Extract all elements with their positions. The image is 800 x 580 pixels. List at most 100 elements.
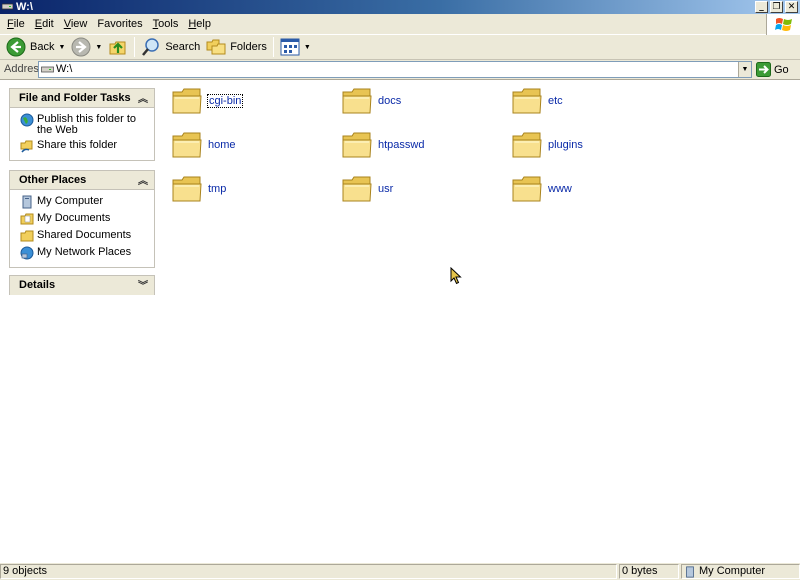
back-label: Back xyxy=(30,41,55,53)
menu-view[interactable]: View xyxy=(59,18,93,30)
folder-icon xyxy=(342,132,372,158)
folder-name: home xyxy=(208,139,236,151)
folder-icon xyxy=(172,132,202,158)
network-icon xyxy=(20,246,34,260)
folders-label: Folders xyxy=(230,41,267,53)
my-documents-link[interactable]: My Documents xyxy=(20,212,150,226)
folder-name: cgi-bin xyxy=(207,94,244,108)
folder-name: etc xyxy=(548,95,563,107)
minimize-button[interactable]: _ xyxy=(755,1,768,13)
status-objects: 9 objects xyxy=(0,564,617,579)
toolbar: Back ▼ ▼ Search Folders ▼ xyxy=(0,35,800,60)
back-dropdown-icon[interactable]: ▼ xyxy=(58,44,65,51)
address-input[interactable]: W:\ ▼ xyxy=(38,61,752,78)
panel-title: File and Folder Tasks xyxy=(19,92,131,104)
search-button[interactable]: Search xyxy=(138,36,203,58)
menu-edit[interactable]: Edit xyxy=(30,18,59,30)
folder-name: usr xyxy=(378,183,394,195)
folder-name: tmp xyxy=(208,183,227,195)
views-dropdown-icon[interactable]: ▼ xyxy=(304,44,311,51)
folder-item[interactable]: home xyxy=(170,127,320,163)
publish-folder-link[interactable]: Publish this folder to the Web xyxy=(20,113,150,136)
menu-tools[interactable]: Tools xyxy=(148,18,184,30)
globe-icon xyxy=(20,113,34,127)
folder-name: plugins xyxy=(548,139,583,151)
details-panel: Details ︾ xyxy=(9,275,155,295)
status-location: My Computer xyxy=(681,564,800,579)
back-button[interactable]: Back ▼ xyxy=(3,36,68,58)
share-folder-icon xyxy=(20,140,33,153)
search-icon xyxy=(142,38,160,56)
folder-icon xyxy=(512,88,542,114)
shared-documents-link[interactable]: Shared Documents xyxy=(20,229,150,243)
windows-logo-icon xyxy=(766,14,800,35)
window-title: W:\ xyxy=(16,1,33,13)
collapse-chevron-icon[interactable]: ︽ xyxy=(138,90,148,105)
go-label: Go xyxy=(774,63,789,76)
drive-icon xyxy=(41,66,54,73)
folder-item[interactable]: tmp xyxy=(170,171,320,207)
content-area: File and Folder Tasks ︽ Publish this fol… xyxy=(0,81,800,562)
folder-icon xyxy=(512,176,542,202)
views-icon xyxy=(280,38,300,56)
forward-arrow-icon xyxy=(71,37,91,57)
toolbar-separator xyxy=(272,37,274,57)
forward-button[interactable]: ▼ xyxy=(68,36,105,58)
drive-icon xyxy=(2,3,13,10)
shared-folder-icon xyxy=(20,230,34,242)
computer-icon xyxy=(22,195,32,209)
folders-icon xyxy=(206,39,226,55)
status-size: 0 bytes xyxy=(619,564,679,579)
other-places-panel: Other Places ︽ My Computer My Documents xyxy=(9,170,155,268)
folder-item[interactable]: etc xyxy=(510,83,660,119)
folder-item[interactable]: usr xyxy=(340,171,490,207)
menu-file[interactable]: File xyxy=(2,18,30,30)
menu-bar: File Edit View Favorites Tools Help xyxy=(0,14,800,35)
up-folder-icon xyxy=(109,41,126,55)
panel-title: Details xyxy=(19,279,56,291)
file-folder-tasks-panel: File and Folder Tasks ︽ Publish this fol… xyxy=(9,88,155,161)
folder-icon xyxy=(342,88,372,114)
forward-dropdown-icon[interactable]: ▼ xyxy=(95,44,102,51)
folder-name: htpasswd xyxy=(378,139,425,151)
views-button[interactable]: ▼ xyxy=(277,36,314,58)
folders-button[interactable]: Folders xyxy=(203,36,270,58)
folder-item[interactable]: htpasswd xyxy=(340,127,490,163)
title-bar[interactable]: W:\ _ ❐ ✕ xyxy=(0,0,800,14)
folder-icon xyxy=(172,176,202,202)
address-value: W:\ xyxy=(56,63,73,75)
mouse-cursor-icon xyxy=(450,267,462,285)
folder-item[interactable]: docs xyxy=(340,83,490,119)
folder-item[interactable]: www xyxy=(510,171,660,207)
collapse-chevron-icon[interactable]: ︽ xyxy=(138,172,148,187)
folder-icon xyxy=(172,88,202,114)
close-button[interactable]: ✕ xyxy=(785,1,798,13)
go-button[interactable]: Go xyxy=(756,61,789,78)
folder-item[interactable]: cgi-bin xyxy=(170,83,320,119)
my-computer-link[interactable]: My Computer xyxy=(20,195,150,209)
documents-folder-icon xyxy=(20,213,34,225)
details-header[interactable]: Details ︾ xyxy=(10,276,154,295)
computer-icon xyxy=(686,565,694,578)
restore-button[interactable]: ❐ xyxy=(770,1,783,13)
panel-title: Other Places xyxy=(19,174,87,186)
up-button[interactable] xyxy=(105,36,131,58)
folder-name: www xyxy=(548,183,572,195)
toolbar-separator xyxy=(134,37,136,57)
share-folder-link[interactable]: Share this folder xyxy=(20,139,150,153)
address-bar: Address W:\ ▼ Go xyxy=(0,60,800,80)
address-dropdown-icon[interactable]: ▼ xyxy=(738,62,751,77)
search-label: Search xyxy=(165,41,201,53)
file-folder-tasks-header[interactable]: File and Folder Tasks ︽ xyxy=(10,89,154,108)
go-arrow-icon xyxy=(756,62,771,77)
my-network-places-link[interactable]: My Network Places xyxy=(20,246,150,260)
folder-name: docs xyxy=(378,95,402,107)
menu-favorites[interactable]: Favorites xyxy=(92,18,147,30)
back-arrow-icon xyxy=(6,37,26,57)
status-bar: 9 objects 0 bytes My Computer xyxy=(0,562,800,580)
other-places-header[interactable]: Other Places ︽ xyxy=(10,171,154,190)
menu-help[interactable]: Help xyxy=(183,18,216,30)
folder-icon xyxy=(342,176,372,202)
expand-chevron-icon[interactable]: ︾ xyxy=(138,277,148,292)
folder-item[interactable]: plugins xyxy=(510,127,660,163)
